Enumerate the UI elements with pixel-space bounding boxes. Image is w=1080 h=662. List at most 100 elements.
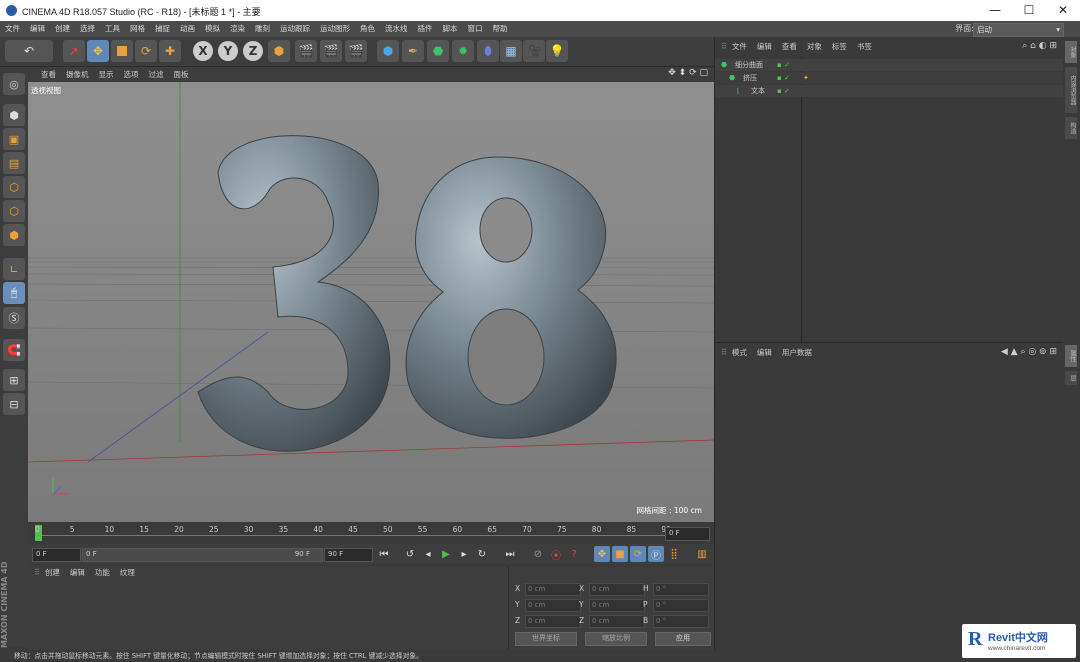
tab-content-browser[interactable]: 内容浏览器 (1065, 67, 1077, 113)
coordinate-value-field[interactable]: 0 cm (589, 615, 645, 628)
menu-sculpt[interactable]: 雕刻 (250, 21, 275, 37)
key-rotation-button[interactable]: ⟳ (630, 546, 646, 562)
key-pla-button[interactable]: ⣿ (666, 546, 682, 562)
viewport-menu-options[interactable]: 选项 (119, 67, 144, 82)
camera-button[interactable]: 🎥 (523, 40, 545, 62)
play-button[interactable]: ▶ (438, 546, 454, 562)
material-menu-create[interactable]: 创建 (40, 566, 65, 580)
spline-pen-button[interactable]: ✒ (402, 40, 424, 62)
viewport-menu-filter[interactable]: 过滤 (144, 67, 169, 82)
menu-script[interactable]: 脚本 (438, 21, 463, 37)
deformer-button[interactable]: ⬮ (477, 40, 499, 62)
menu-edit[interactable]: 编辑 (25, 21, 50, 37)
recent-tool-button[interactable]: ✚ (159, 40, 181, 62)
visibility-check-icon[interactable]: ▪ ✓ (777, 59, 790, 71)
menu-render[interactable]: 渲染 (225, 21, 250, 37)
cloner-button[interactable]: ✹ (452, 40, 474, 62)
key-param-button[interactable]: Ⓟ (648, 546, 664, 562)
rotate-tool-button[interactable]: ⟳ (135, 40, 157, 62)
viewport-menu-display[interactable]: 显示 (94, 67, 119, 82)
coordinate-value-field[interactable]: 0 cm (589, 583, 645, 596)
x-axis-button[interactable]: X (193, 41, 213, 61)
tab-layers[interactable]: 层 (1065, 371, 1077, 385)
phong-tag-icon[interactable]: ✦ (803, 72, 809, 84)
coordinate-value-field[interactable]: 0 ° (653, 599, 709, 612)
menu-tools[interactable]: 工具 (100, 21, 125, 37)
end-frame-field[interactable]: 90 F (324, 548, 373, 562)
grid-button[interactable]: ⊟ (3, 393, 25, 415)
menu-mograph[interactable]: 运动图形 (315, 21, 355, 37)
z-axis-button[interactable]: Z (243, 41, 263, 61)
menu-pipeline[interactable]: 流水线 (380, 21, 413, 37)
frame-range-slider[interactable]: 0 F 90 F (82, 548, 323, 562)
object-menu-tags[interactable]: 标签 (827, 37, 852, 57)
snap-button[interactable]: Ⓢ (3, 307, 25, 329)
render-picture-viewer-button[interactable]: 🎬 (320, 40, 342, 62)
menu-animate[interactable]: 动画 (175, 21, 200, 37)
maximize-button[interactable]: ☐ (1012, 0, 1046, 21)
menu-window[interactable]: 窗口 (463, 21, 488, 37)
menu-simulate[interactable]: 模拟 (200, 21, 225, 37)
attribute-menu-edit[interactable]: 编辑 (752, 343, 777, 363)
coordinate-value-field[interactable]: 0 cm (525, 583, 581, 596)
object-menu-view[interactable]: 查看 (777, 37, 802, 57)
select-tool-button[interactable]: ➚ (63, 40, 85, 62)
tab-structure[interactable]: 构造 (1065, 117, 1077, 139)
coordinate-value-field[interactable]: 0 cm (525, 615, 581, 628)
visibility-check-icon[interactable]: ▪ ✓ (777, 85, 790, 97)
viewport-menu-camera[interactable]: 摄像机 (61, 67, 94, 82)
object-menu-bookmarks[interactable]: 书签 (852, 37, 877, 57)
minimize-button[interactable]: — (978, 0, 1012, 21)
workplane-mode-button[interactable]: ▤ (3, 152, 25, 174)
tab-objects[interactable]: 对象 (1065, 41, 1077, 63)
undo-button[interactable]: ↶ (5, 40, 53, 62)
subdivision-surface-button[interactable]: ⬣ (427, 40, 449, 62)
material-menu-edit[interactable]: 编辑 (65, 566, 90, 580)
material-menu-texture[interactable]: 纹理 (115, 566, 140, 580)
cube-button[interactable]: ⬢ (377, 40, 399, 62)
viewport-nav-icons[interactable]: ✥ ⬍ ⟳ ▢ (668, 68, 708, 78)
workplane-lock-button[interactable]: 🧲 (3, 339, 25, 361)
object-row[interactable]: ⬣ 挤压 ▪ ✓ ✦ (715, 72, 1064, 84)
object-manager-search-icon[interactable]: ⌕ ⌂ ◐ ⊞ (1022, 41, 1057, 51)
start-frame-field[interactable]: 0 F (32, 548, 81, 562)
make-editable-button[interactable]: ◎ (3, 73, 25, 95)
timeline[interactable]: 051015202530354045505560657075808590 0 F (28, 522, 714, 544)
points-mode-button[interactable]: ⬡ (3, 176, 25, 198)
polygons-mode-button[interactable]: ⬢ (3, 224, 25, 246)
goto-start-button[interactable]: ⏮ (376, 546, 392, 562)
menu-create[interactable]: 创建 (50, 21, 75, 37)
prev-frame-button[interactable]: ◂ (420, 546, 436, 562)
move-tool-button[interactable]: ✥ (87, 40, 109, 62)
visibility-check-icon[interactable]: ▪ ✓ (777, 72, 790, 84)
floor-button[interactable]: ▦ (500, 40, 522, 62)
attribute-menu-user-data[interactable]: 用户数据 (777, 343, 817, 363)
menu-file[interactable]: 文件 (0, 21, 25, 37)
grid-lock-button[interactable]: ⊞ (3, 369, 25, 391)
key-position-button[interactable]: ✥ (594, 546, 610, 562)
object-row[interactable]: ⌊ 文本 ▪ ✓ (715, 85, 1064, 97)
scale-tool-button[interactable] (111, 40, 133, 62)
timeline-window-button[interactable]: ▥ (694, 546, 710, 562)
menu-plugins[interactable]: 插件 (413, 21, 438, 37)
menu-help[interactable]: 帮助 (488, 21, 513, 37)
coordinate-value-field[interactable]: 0 cm (525, 599, 581, 612)
menu-character[interactable]: 角色 (355, 21, 380, 37)
menu-motion-tracking[interactable]: 运动跟踪 (275, 21, 315, 37)
edges-mode-button[interactable]: ⬡ (3, 200, 25, 222)
texture-mode-button[interactable]: ▣ (3, 128, 25, 150)
menu-mesh[interactable]: 网格 (125, 21, 150, 37)
axis-mode-button[interactable]: ∟ (3, 258, 25, 280)
coordinate-mode-select[interactable]: 世界坐标 (515, 632, 577, 646)
object-row[interactable]: ⬣ 细分曲面 ▪ ✓ (715, 59, 1064, 71)
auto-key-button[interactable]: ? (566, 546, 582, 562)
size-mode-select[interactable]: 缩放比例 (585, 632, 647, 646)
model-mode-button[interactable]: ⬢ (3, 104, 25, 126)
record-button[interactable]: ⦿ (548, 546, 564, 562)
render-view-button[interactable]: 🎬 (295, 40, 317, 62)
coordinate-value-field[interactable]: 0 cm (589, 599, 645, 612)
key-scale-button[interactable]: ■ (612, 546, 628, 562)
render-settings-button[interactable]: 🎬 (345, 40, 367, 62)
apply-button[interactable]: 应用 (655, 632, 711, 646)
coordinate-system-button[interactable]: ⬢ (268, 40, 290, 62)
